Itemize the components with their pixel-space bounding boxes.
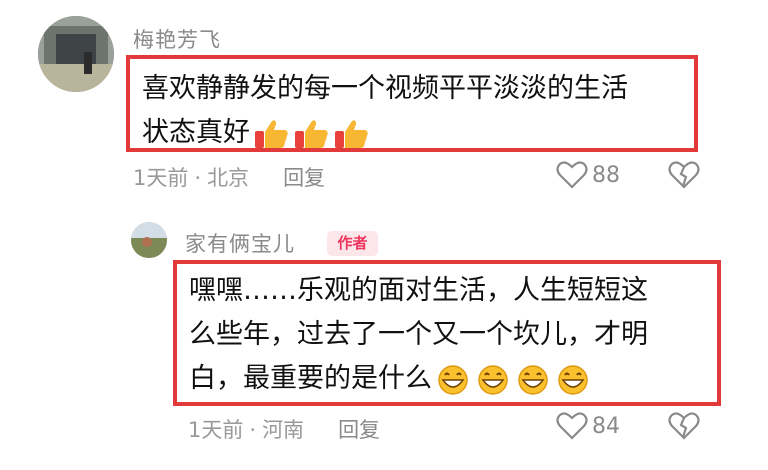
thumbs-up-icon [292,118,330,150]
comment-location: 北京 [207,166,250,190]
reply-text-box: 嘿嘿……乐观的面对生活，人生短短这 么些年，过去了一个又一个坎儿，才明 白，最重… [173,260,721,406]
reply-text-line: 嘿嘿……乐观的面对生活，人生短短这 [189,275,648,306]
reply-meta: 1天前 · 河南 回复 [188,414,380,444]
like-button[interactable]: 88 [556,160,620,190]
grinning-face-icon [474,364,512,396]
author-badge: 作者 [327,231,378,256]
grinning-face-icon [554,364,592,396]
like-count: 84 [592,413,620,439]
comment-text-line: 状态真好 [142,111,694,155]
dislike-button[interactable] [668,160,700,194]
broken-heart-icon [668,412,700,440]
comment-username[interactable]: 梅艳芳飞 [133,24,221,54]
like-count: 88 [592,162,620,188]
reply-button[interactable]: 回复 [338,418,380,442]
comment-text-box: 喜欢静静发的每一个视频平平淡淡的生活 状态真好 [126,55,698,152]
heart-icon [556,161,588,189]
grinning-face-icon [514,364,552,396]
avatar[interactable] [131,222,167,258]
dislike-button[interactable] [668,411,700,445]
thumbs-up-icon [252,118,290,150]
reply-time: 1天前 [188,418,244,442]
reply-text-line: 白，最重要的是什么 [189,357,717,401]
comment-time: 1天前 [133,166,189,190]
reply-text-line: 么些年，过去了一个又一个坎儿，才明 [189,319,648,350]
like-button[interactable]: 84 [556,411,620,441]
comment-meta: 1天前 · 北京 回复 [133,162,325,192]
avatar[interactable] [38,16,114,92]
reply-location: 河南 [262,418,305,442]
comment-text-line: 喜欢静静发的每一个视频平平淡淡的生活 [142,73,628,104]
separator-dot: · [249,418,257,442]
reply-button[interactable]: 回复 [283,166,325,190]
thumbs-up-icon [332,118,370,150]
grinning-face-icon [434,364,472,396]
heart-icon [556,412,588,440]
separator-dot: · [194,166,202,190]
broken-heart-icon [668,161,700,189]
reply-username[interactable]: 家有俩宝儿 [185,228,295,258]
